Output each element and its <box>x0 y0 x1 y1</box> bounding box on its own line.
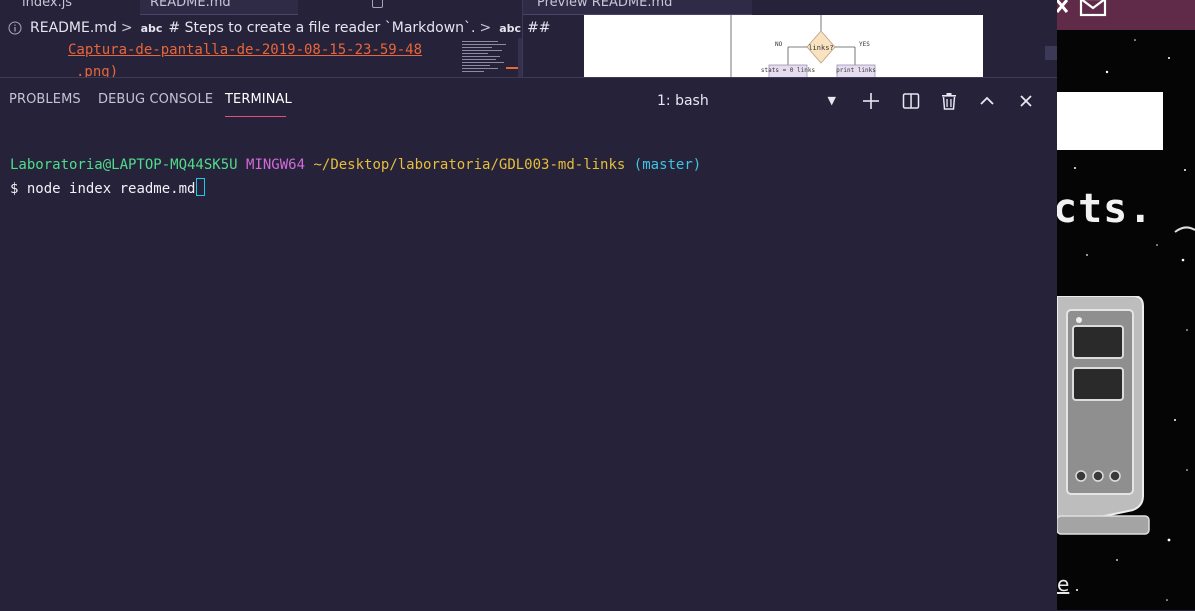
editor-area: index.js README.md README.md > abc # Ste… <box>0 0 1057 77</box>
tab-terminal[interactable]: TERMINAL <box>225 92 292 107</box>
terminal-select-value: 1: bash <box>657 93 709 109</box>
tab-index-js[interactable]: index.js <box>22 0 72 14</box>
terminal-select[interactable]: 1: bash ▼ <box>650 90 842 112</box>
preview-scrollbar[interactable] <box>1045 46 1057 60</box>
chevron-down-icon: ▼ <box>827 94 836 107</box>
mail-icon <box>1057 0 1107 17</box>
terminal-branch: (master) <box>633 157 702 173</box>
close-panel-button[interactable] <box>1014 89 1038 113</box>
terminal-prompt-symbol: $ <box>10 181 19 197</box>
split-editor-icon[interactable] <box>372 0 383 8</box>
chevron-up-icon <box>980 96 994 105</box>
maximize-panel-button[interactable] <box>975 89 999 113</box>
breadcrumb-file[interactable]: README.md <box>30 20 117 36</box>
breadcrumb-heading[interactable]: # Steps to create a file reader `Markdow… <box>168 20 475 36</box>
chevron-right-icon: > <box>120 20 133 36</box>
tv-illustration <box>1057 296 1150 535</box>
terminal-path: ~/Desktop/laboratoria/GDL003-md-links <box>313 157 626 173</box>
breadcrumb: README.md > abc # Steps to create a file… <box>8 18 551 38</box>
new-terminal-button[interactable] <box>859 89 883 113</box>
flowchart-left-box: stats = 0 links <box>761 67 816 74</box>
tab-label: README.md <box>150 0 231 10</box>
terminal-user: Laboratoria@LAPTOP-MQ44SK5U <box>10 157 238 173</box>
terminal-output[interactable]: Laboratoria@LAPTOP-MQ44SK5U MINGW64 ~/De… <box>0 122 1057 611</box>
tab-readme[interactable]: README.md <box>140 0 298 15</box>
editor-group-left: index.js README.md README.md > abc # Ste… <box>0 0 551 77</box>
split-icon <box>902 93 920 109</box>
chevron-right-icon: > <box>479 20 492 36</box>
terminal-command: node index readme.md <box>26 181 196 197</box>
background-input[interactable] <box>1057 92 1163 150</box>
active-tab-indicator <box>225 116 286 117</box>
split-terminal-button[interactable] <box>899 89 923 113</box>
minimap[interactable] <box>460 38 522 77</box>
flowchart-decision: links? <box>808 44 833 52</box>
background-window[interactable]: cts. e <box>1057 0 1195 610</box>
background-topbar <box>1057 0 1195 30</box>
background-heading: cts. <box>1057 186 1154 232</box>
tab-problems[interactable]: PROBLEMS <box>9 92 81 107</box>
tab-debug-console[interactable]: DEBUG CONSOLE <box>98 92 213 107</box>
flowchart-yes-label: YES <box>859 41 870 48</box>
tab-label: index.js <box>22 0 73 10</box>
panel-header: PROBLEMS DEBUG CONSOLE TERMINAL 1: bash … <box>0 78 1057 122</box>
info-icon <box>8 21 22 35</box>
flowchart-right-box: print links <box>836 67 876 74</box>
terminal-prompt-line: Laboratoria@LAPTOP-MQ44SK5U MINGW64 ~/De… <box>10 157 701 173</box>
tab-actions[interactable] <box>372 0 389 14</box>
string-symbol-icon: abc <box>140 21 163 35</box>
editor-group-right: Preview README.md links? NO YES stats = … <box>523 0 1057 77</box>
flowchart-no-label: NO <box>775 41 783 48</box>
trash-icon <box>942 93 956 110</box>
terminal-command-line: $ node index readme.md <box>10 178 206 197</box>
tab-preview-readme[interactable]: Preview README.md <box>523 0 752 15</box>
terminal-env: MINGW64 <box>246 157 306 173</box>
plus-icon <box>863 93 879 109</box>
string-symbol-icon: abc <box>499 21 522 35</box>
background-footer-link[interactable]: e <box>1057 572 1069 596</box>
tab-label: Preview README.md <box>537 0 673 10</box>
terminal-cursor <box>196 178 206 196</box>
kill-terminal-button[interactable] <box>937 89 961 113</box>
markdown-link[interactable]: Captura-de-pantalla-de-2019-08-15-23-59-… <box>68 42 422 58</box>
close-icon <box>1020 95 1032 107</box>
flowchart-image: links? NO YES stats = 0 links print link… <box>584 15 983 77</box>
bottom-panel: PROBLEMS DEBUG CONSOLE TERMINAL 1: bash … <box>0 77 1057 611</box>
markdown-link-end[interactable]: .png) <box>76 64 118 77</box>
